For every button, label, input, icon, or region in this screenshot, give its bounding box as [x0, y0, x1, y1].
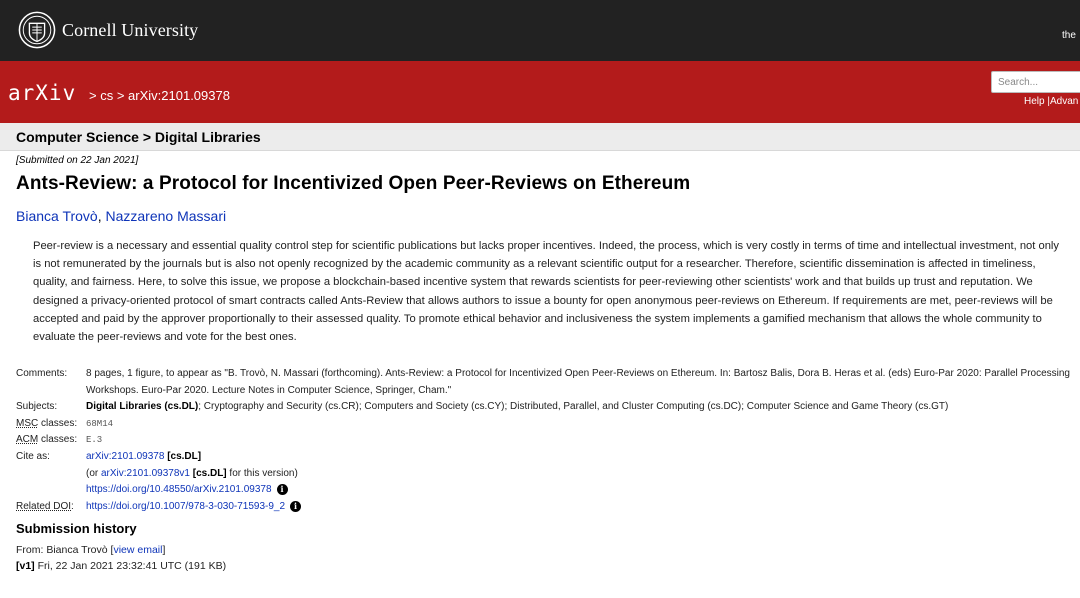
cite-arxiv-link[interactable]: arXiv:2101.09378	[86, 451, 164, 462]
history-v1: [v1] Fri, 22 Jan 2021 23:32:41 UTC (191 …	[16, 558, 226, 574]
author-link[interactable]: Nazzareno Massari	[106, 208, 227, 224]
submitted-date: [Submitted on 22 Jan 2021]	[16, 155, 139, 166]
other-subjects: ; Cryptography and Security (cs.CR); Com…	[198, 401, 949, 413]
cite-version-prefix: (or	[86, 467, 101, 479]
svg-text:arXiv: arXiv	[8, 81, 76, 105]
paper-title: Ants-Review: a Protocol for Incentivized…	[16, 173, 691, 194]
advanced-search-link[interactable]: Advan	[1050, 96, 1078, 107]
acm-abbr[interactable]: ACM	[16, 434, 38, 445]
cite-version-category: [cs.DL]	[192, 467, 227, 479]
submission-history: From: Bianca Trovò [view email] [v1] Fri…	[16, 542, 226, 574]
cornell-right-text: the	[1062, 30, 1076, 41]
subject-heading: Computer Science > Digital Libraries	[16, 129, 261, 145]
related-doi-link[interactable]: https://doi.org/10.1007/978-3-030-71593-…	[86, 501, 285, 512]
cite-row: Cite as: arXiv:2101.09378 [cs.DL] (or ar…	[16, 449, 1074, 499]
history-from-suffix: ]	[162, 544, 166, 556]
subject-subheader: Computer Science > Digital Libraries	[0, 123, 1080, 151]
msc-label: MSC classes:	[16, 416, 86, 433]
related-doi-value: https://doi.org/10.1007/978-3-030-71593-…	[86, 499, 1074, 516]
subjects-row: Subjects: Digital Libraries (cs.DL); Cry…	[16, 399, 1074, 416]
msc-abbr[interactable]: MSC	[16, 418, 38, 429]
authors: Bianca Trovò, Nazzareno Massari	[16, 208, 227, 224]
history-from-prefix: From: Bianca Trovò [	[16, 544, 114, 556]
cite-doi-link[interactable]: https://doi.org/10.48550/arXiv.2101.0937…	[86, 484, 272, 495]
submission-history-title: Submission history	[16, 521, 137, 536]
info-icon[interactable]: i	[290, 500, 302, 512]
cite-value: arXiv:2101.09378 [cs.DL] (or arXiv:2101.…	[86, 449, 1074, 499]
cornell-logo-link[interactable]: Cornell University	[18, 11, 198, 49]
primary-subject: Digital Libraries (cs.DL)	[86, 401, 199, 413]
cite-version-suffix: for this version)	[226, 467, 298, 479]
breadcrumb-cs[interactable]: > cs >	[89, 88, 124, 103]
history-from: From: Bianca Trovò [view email]	[16, 542, 226, 558]
comments-label: Comments:	[16, 368, 68, 379]
acm-row: ACM classes: E.3	[16, 432, 1074, 449]
help-link[interactable]: Help	[1024, 96, 1045, 107]
breadcrumb: > cs > arXiv:2101.09378	[89, 88, 230, 103]
arxiv-logo[interactable]: arXiv	[8, 81, 86, 105]
cornell-seal-icon	[18, 11, 56, 49]
v1-link[interactable]: [v1]	[16, 560, 35, 572]
breadcrumb-paper-id[interactable]: arXiv:2101.09378	[128, 88, 230, 103]
acm-suffix: classes:	[38, 434, 78, 446]
info-icon[interactable]: i	[276, 484, 288, 496]
view-email-link[interactable]: view email	[113, 544, 162, 556]
search-input[interactable]	[991, 71, 1080, 93]
acm-value: E.3	[86, 435, 103, 446]
related-doi-abbr[interactable]: Related DOI	[16, 501, 71, 512]
subjects-value: Digital Libraries (cs.DL); Cryptography …	[86, 399, 1074, 416]
msc-suffix: classes:	[38, 417, 78, 429]
comments-value: 8 pages, 1 figure, to appear as "B. Trov…	[86, 368, 1070, 396]
comments-row: Comments: 8 pages, 1 figure, to appear a…	[16, 366, 1074, 399]
cite-version-link[interactable]: arXiv:2101.09378v1	[101, 468, 190, 479]
related-doi-suffix: :	[71, 500, 74, 512]
metadata-table: Comments: 8 pages, 1 figure, to appear a…	[16, 366, 1074, 515]
arxiv-header: arXiv > cs > arXiv:2101.09378 Help |Adva…	[0, 61, 1080, 123]
author-link[interactable]: Bianca Trovò	[16, 208, 98, 224]
help-links: Help |Advan	[1024, 96, 1078, 107]
msc-row: MSC classes: 68M14	[16, 416, 1074, 433]
subjects-label: Subjects:	[16, 401, 58, 413]
acm-label: ACM classes:	[16, 432, 86, 449]
cite-label: Cite as:	[16, 450, 50, 462]
v1-details: Fri, 22 Jan 2021 23:32:41 UTC (191 KB)	[34, 560, 227, 572]
cite-category: [cs.DL]	[167, 450, 202, 462]
cornell-name: Cornell University	[62, 19, 199, 40]
abstract: Peer-review is a necessary and essential…	[33, 240, 1060, 344]
cornell-bar: Cornell University the	[0, 0, 1080, 61]
related-doi-row: Related DOI: https://doi.org/10.1007/978…	[16, 499, 1074, 516]
msc-value: 68M14	[86, 418, 114, 429]
related-doi-label: Related DOI:	[16, 499, 86, 516]
